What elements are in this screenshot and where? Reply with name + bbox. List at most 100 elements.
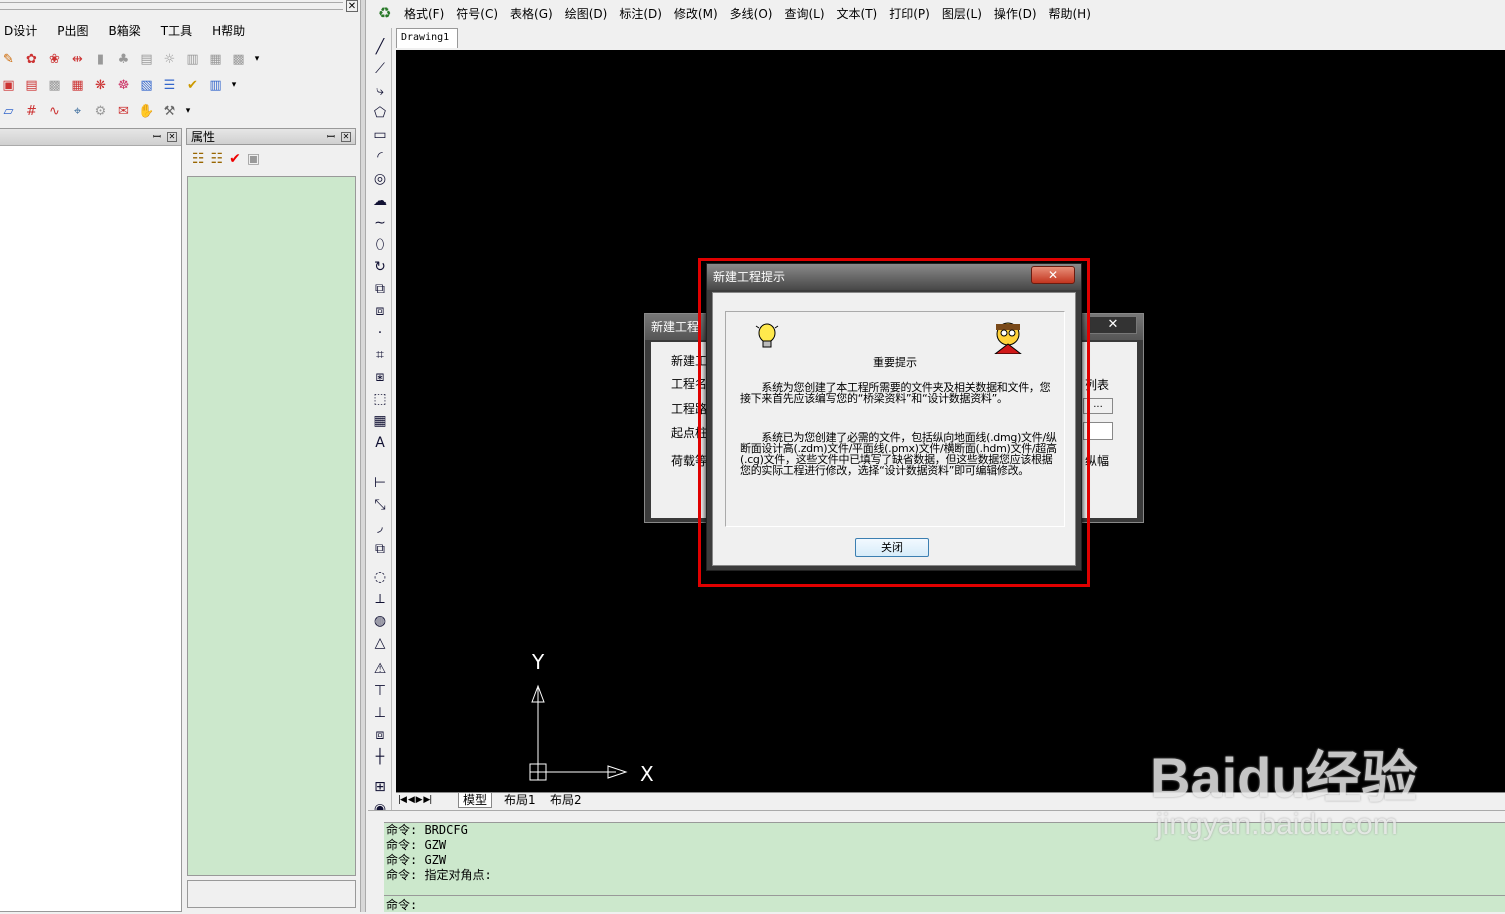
toolbar-icon[interactable]: ▤	[138, 51, 155, 68]
close-icon[interactable]: ✕	[341, 132, 351, 142]
menu-modify[interactable]: 修改(M)	[674, 5, 718, 22]
polyline-icon[interactable]: ⤷	[371, 82, 389, 100]
tree-icon[interactable]: ☷	[211, 151, 224, 167]
chevron-down-icon[interactable]: ▾	[253, 51, 261, 68]
menu-text[interactable]: 文本(T)	[837, 5, 878, 22]
toolbar-icon[interactable]: ✋	[138, 103, 155, 120]
check-icon[interactable]: ✔	[229, 151, 241, 167]
toolbar-icon[interactable]: ♣	[115, 51, 132, 68]
drawing-tab[interactable]: Drawing1	[396, 28, 458, 48]
make-block-icon[interactable]: ⧈	[371, 302, 389, 320]
line-icon[interactable]: ╱	[371, 38, 389, 56]
toolbar-icon[interactable]: ❀	[46, 51, 63, 68]
gradient-icon[interactable]: ⧆	[371, 368, 389, 386]
menu-multiline[interactable]: 多线(O)	[730, 5, 773, 22]
dim-continue-icon[interactable]: ⊥	[371, 704, 389, 722]
toolbar-icon[interactable]: ▧	[138, 77, 155, 94]
rectangle-icon[interactable]: ▭	[371, 126, 389, 144]
tab-layout1[interactable]: 布局1	[500, 793, 540, 807]
ellipse-icon[interactable]: ⬯	[371, 236, 389, 254]
dim-baseline-icon[interactable]: ⊤	[371, 682, 389, 700]
menu-operation[interactable]: 操作(D)	[994, 5, 1037, 22]
chevron-down-icon[interactable]: ▾	[230, 77, 238, 94]
tab-nav-arrows[interactable]: |◀ ◀ ▶ ▶|	[398, 793, 432, 807]
pin-icon[interactable]: ꟷ	[327, 129, 335, 146]
toolbar-icon[interactable]: ⇹	[69, 51, 86, 68]
spline-icon[interactable]: ∼	[371, 214, 389, 232]
toolbar-icon[interactable]: ▥	[207, 77, 224, 94]
point-icon[interactable]: ·	[371, 324, 389, 342]
dim-ordinate-icon[interactable]: ⧉	[371, 540, 389, 558]
toolbar-icon[interactable]: ▩	[46, 77, 63, 94]
page-icon[interactable]: ▣	[247, 151, 260, 167]
toolbar-icon[interactable]: ☼	[161, 51, 178, 68]
region-icon[interactable]: ⬚	[371, 390, 389, 408]
toolbar-icon[interactable]: ▣	[0, 77, 17, 94]
dim-diameter-icon[interactable]: ◍	[371, 612, 389, 630]
quick-dim-icon[interactable]: ⚠	[371, 660, 389, 678]
toolbar-icon[interactable]: #	[23, 103, 40, 120]
dim-angular-icon[interactable]: △	[371, 634, 389, 652]
toolbar-icon[interactable]: ⚙	[92, 103, 109, 120]
command-input[interactable]: 命令:	[384, 895, 1505, 913]
menu-boxgirder[interactable]: B箱梁	[109, 22, 141, 39]
toolbar-icon[interactable]: ▥	[184, 51, 201, 68]
toolbar-icon[interactable]: ▤	[23, 77, 40, 94]
dim-aligned-icon[interactable]: ⤡	[371, 496, 389, 514]
toolbar-icon[interactable]: ▦	[207, 51, 224, 68]
dim-arc-icon[interactable]: ◞	[371, 518, 389, 536]
pin-icon[interactable]: ꟷ	[153, 129, 161, 146]
menu-print[interactable]: 打印(P)	[889, 5, 930, 22]
splitter[interactable]	[360, 0, 366, 912]
polygon-icon[interactable]: ⬠	[371, 104, 389, 122]
ellipse-arc-icon[interactable]: ↻	[371, 258, 389, 276]
xline-icon[interactable]: ⟋	[371, 60, 389, 78]
menu-draw[interactable]: 绘图(D)	[565, 5, 608, 22]
properties-content[interactable]	[187, 176, 356, 876]
toolbar-icon[interactable]: ❋	[92, 77, 109, 94]
insert-block-icon[interactable]: ⧉	[371, 280, 389, 298]
menu-format[interactable]: 格式(F)	[404, 5, 444, 22]
dim-linear-icon[interactable]: ⊢	[371, 474, 389, 492]
menu-help-cad[interactable]: 帮助(H)	[1049, 5, 1091, 22]
chevron-down-icon[interactable]: ▾	[184, 103, 192, 120]
arc-icon[interactable]: ◜	[371, 148, 389, 166]
toolbar-icon[interactable]: ⚒	[161, 103, 178, 120]
circle-icon[interactable]: ◎	[371, 170, 389, 188]
menubar-grip[interactable]	[0, 2, 343, 10]
table-icon[interactable]: ▦	[371, 412, 389, 430]
toolbar-icon[interactable]: ▩	[230, 51, 247, 68]
revcloud-icon[interactable]: ☁	[371, 192, 389, 210]
toolbar-icon[interactable]: ✿	[23, 51, 40, 68]
close-icon[interactable]: ✕	[1089, 316, 1137, 334]
tolerance-icon[interactable]: ⊞	[371, 778, 389, 796]
toolbar-icon[interactable]: ✎	[0, 51, 17, 68]
menu-symbol[interactable]: 符号(C)	[456, 5, 498, 22]
toolbar-icon[interactable]: ▦	[69, 77, 86, 94]
toolbar-icon[interactable]: ✉	[115, 103, 132, 120]
toolbar-icon[interactable]: ▮	[92, 51, 109, 68]
mtext-icon[interactable]: A	[371, 434, 389, 452]
menu-dimension[interactable]: 标注(D)	[619, 5, 662, 22]
toolbar-icon[interactable]: ✔	[184, 77, 201, 94]
menu-design[interactable]: D设计	[4, 22, 37, 39]
toolbar-icon[interactable]: ☸	[115, 77, 132, 94]
dim-jogged-icon[interactable]: ⟂	[371, 590, 389, 608]
menu-help[interactable]: H帮助	[212, 22, 245, 39]
menu-output[interactable]: P出图	[57, 22, 88, 39]
toolbar-icon[interactable]: ☰	[161, 77, 178, 94]
toolbar-icon[interactable]: ⌖	[69, 103, 86, 120]
close-icon[interactable]: ✕	[167, 132, 177, 142]
dim-space-icon[interactable]: ⧈	[371, 726, 389, 744]
menu-layer[interactable]: 图层(L)	[942, 5, 982, 22]
hatch-icon[interactable]: ⌗	[371, 346, 389, 364]
close-icon[interactable]: ✕	[346, 0, 358, 12]
toolbar-icon[interactable]: ▱	[0, 103, 17, 120]
menu-table[interactable]: 表格(G)	[510, 5, 553, 22]
tab-model[interactable]: 模型	[458, 793, 493, 808]
tab-layout2[interactable]: 布局2	[546, 793, 586, 807]
dim-break-icon[interactable]: ┼	[371, 748, 389, 766]
menu-tools[interactable]: T工具	[161, 22, 192, 39]
dim-radius-icon[interactable]: ◌	[371, 568, 389, 586]
menu-query[interactable]: 查询(L)	[784, 5, 824, 22]
